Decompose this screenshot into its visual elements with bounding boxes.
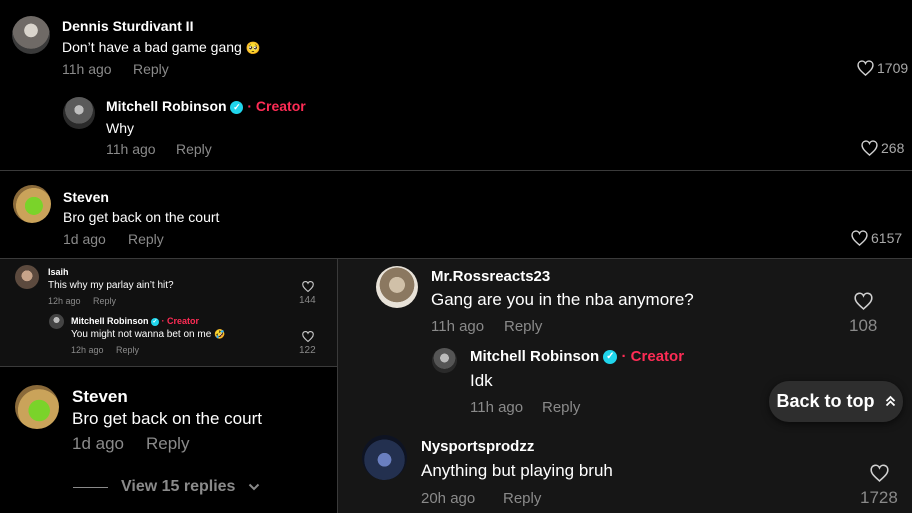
timestamp: 1d ago <box>72 434 124 453</box>
verified-icon: ✓ <box>151 317 160 326</box>
double-chevron-up-icon <box>885 391 896 412</box>
reply-button[interactable]: Reply <box>133 61 169 77</box>
reply-button[interactable]: Reply <box>503 490 541 507</box>
comment-username[interactable]: Mitchell Robinson <box>470 348 599 365</box>
verified-icon: ✓ <box>603 350 618 365</box>
like-count: 268 <box>881 140 905 156</box>
comment-username[interactable]: Nysportsprodzz <box>421 438 534 455</box>
like-count: 6157 <box>871 230 903 246</box>
comment-username[interactable]: Mr.Rossreacts23 <box>431 268 550 285</box>
avatar[interactable] <box>362 435 407 480</box>
comment-body: Anything but playing bruh <box>421 461 613 480</box>
reply-button[interactable]: Reply <box>504 318 542 335</box>
heart-icon <box>857 60 874 76</box>
heart-icon <box>861 140 878 156</box>
verified-icon: ✓ <box>230 100 244 114</box>
comment-username[interactable]: Steven <box>63 189 109 205</box>
avatar[interactable] <box>15 265 39 289</box>
reply-button[interactable]: Reply <box>146 434 189 454</box>
creator-badge: · Creator <box>621 348 685 365</box>
reply-button[interactable]: Reply <box>176 141 212 157</box>
reply-header: Mitchell Robinson ✓ · Creator <box>470 348 684 365</box>
like-count: 122 <box>299 345 316 356</box>
divider-line <box>73 486 108 488</box>
timestamp: 20h ago <box>421 490 476 507</box>
emoji: 🤣 <box>214 329 226 339</box>
avatar[interactable] <box>432 348 457 373</box>
reply-header: Mitchell Robinson ✓ · Creator <box>71 316 199 326</box>
comment-body: Gang are you in the nba anymore? <box>431 290 694 309</box>
comment-username[interactable]: Dennis Sturdivant II <box>62 18 193 34</box>
timestamp: 12h ago <box>71 345 104 355</box>
heart-icon <box>870 464 889 482</box>
like-button[interactable]: 1709 <box>857 60 908 76</box>
timestamp: 11h ago <box>431 318 485 335</box>
timestamp: 11h ago <box>62 61 112 77</box>
creator-badge: · Creator <box>247 98 306 114</box>
back-to-top-button[interactable]: Back to top <box>769 381 903 422</box>
comment-body: Why <box>106 120 134 136</box>
heart-icon <box>851 230 868 246</box>
reply-header: Mitchell Robinson ✓ · Creator <box>106 98 306 114</box>
reply-button[interactable]: Reply <box>116 345 139 355</box>
comment-body: Don’t have a bad game gang <box>62 39 242 55</box>
like-count: 144 <box>299 295 316 306</box>
avatar[interactable] <box>63 97 95 129</box>
emoji: 🥺 <box>245 41 261 55</box>
comment-body: You might not wanna bet on me <box>71 329 212 340</box>
comment-username[interactable]: Mitchell Robinson <box>106 98 227 114</box>
like-button[interactable]: 6157 <box>851 230 902 246</box>
creator-badge: · Creator <box>161 316 200 326</box>
comment-body: This why my parlay ain’t hit? <box>48 280 174 291</box>
avatar[interactable] <box>15 385 59 429</box>
comment-body: Idk <box>470 371 493 390</box>
like-count: 108 <box>849 316 878 335</box>
reply-button[interactable]: Reply <box>542 399 580 416</box>
view-replies-label: View 15 replies <box>121 478 236 495</box>
view-replies-button[interactable]: View 15 replies <box>73 478 260 496</box>
timestamp: 11h ago <box>470 399 524 416</box>
comment-username[interactable]: Mitchell Robinson <box>71 316 149 326</box>
timestamp: 11h ago <box>106 141 156 157</box>
back-to-top-label: Back to top <box>776 391 875 411</box>
like-count: 1709 <box>877 60 909 76</box>
heart-icon <box>302 331 314 342</box>
avatar[interactable] <box>13 185 51 223</box>
heart-icon <box>302 281 314 292</box>
timestamp: 12h ago <box>48 296 81 306</box>
divider <box>0 170 912 171</box>
comment-username[interactable]: Isaih <box>48 267 69 277</box>
chevron-down-icon <box>248 478 260 496</box>
comment-body: Bro get back on the court <box>63 209 220 225</box>
avatar[interactable] <box>49 314 64 329</box>
divider <box>337 259 338 513</box>
comment-body: Bro get back on the court <box>72 409 262 428</box>
comment-text: You might not wanna bet on me 🤣 <box>71 329 225 340</box>
timestamp: 1d ago <box>63 231 106 247</box>
comment-username[interactable]: Steven <box>72 387 128 407</box>
avatar[interactable] <box>376 266 418 308</box>
heart-icon <box>854 292 873 310</box>
mini-comment-panel: Isaih This why my parlay ain’t hit? 12h … <box>0 259 337 366</box>
reply-button[interactable]: Reply <box>93 296 116 306</box>
like-count: 1728 <box>860 488 898 507</box>
comment-text: Don’t have a bad game gang 🥺 <box>62 39 261 55</box>
divider <box>0 366 338 367</box>
like-button[interactable]: 268 <box>861 140 904 156</box>
avatar[interactable] <box>12 16 50 54</box>
reply-button[interactable]: Reply <box>128 231 164 247</box>
